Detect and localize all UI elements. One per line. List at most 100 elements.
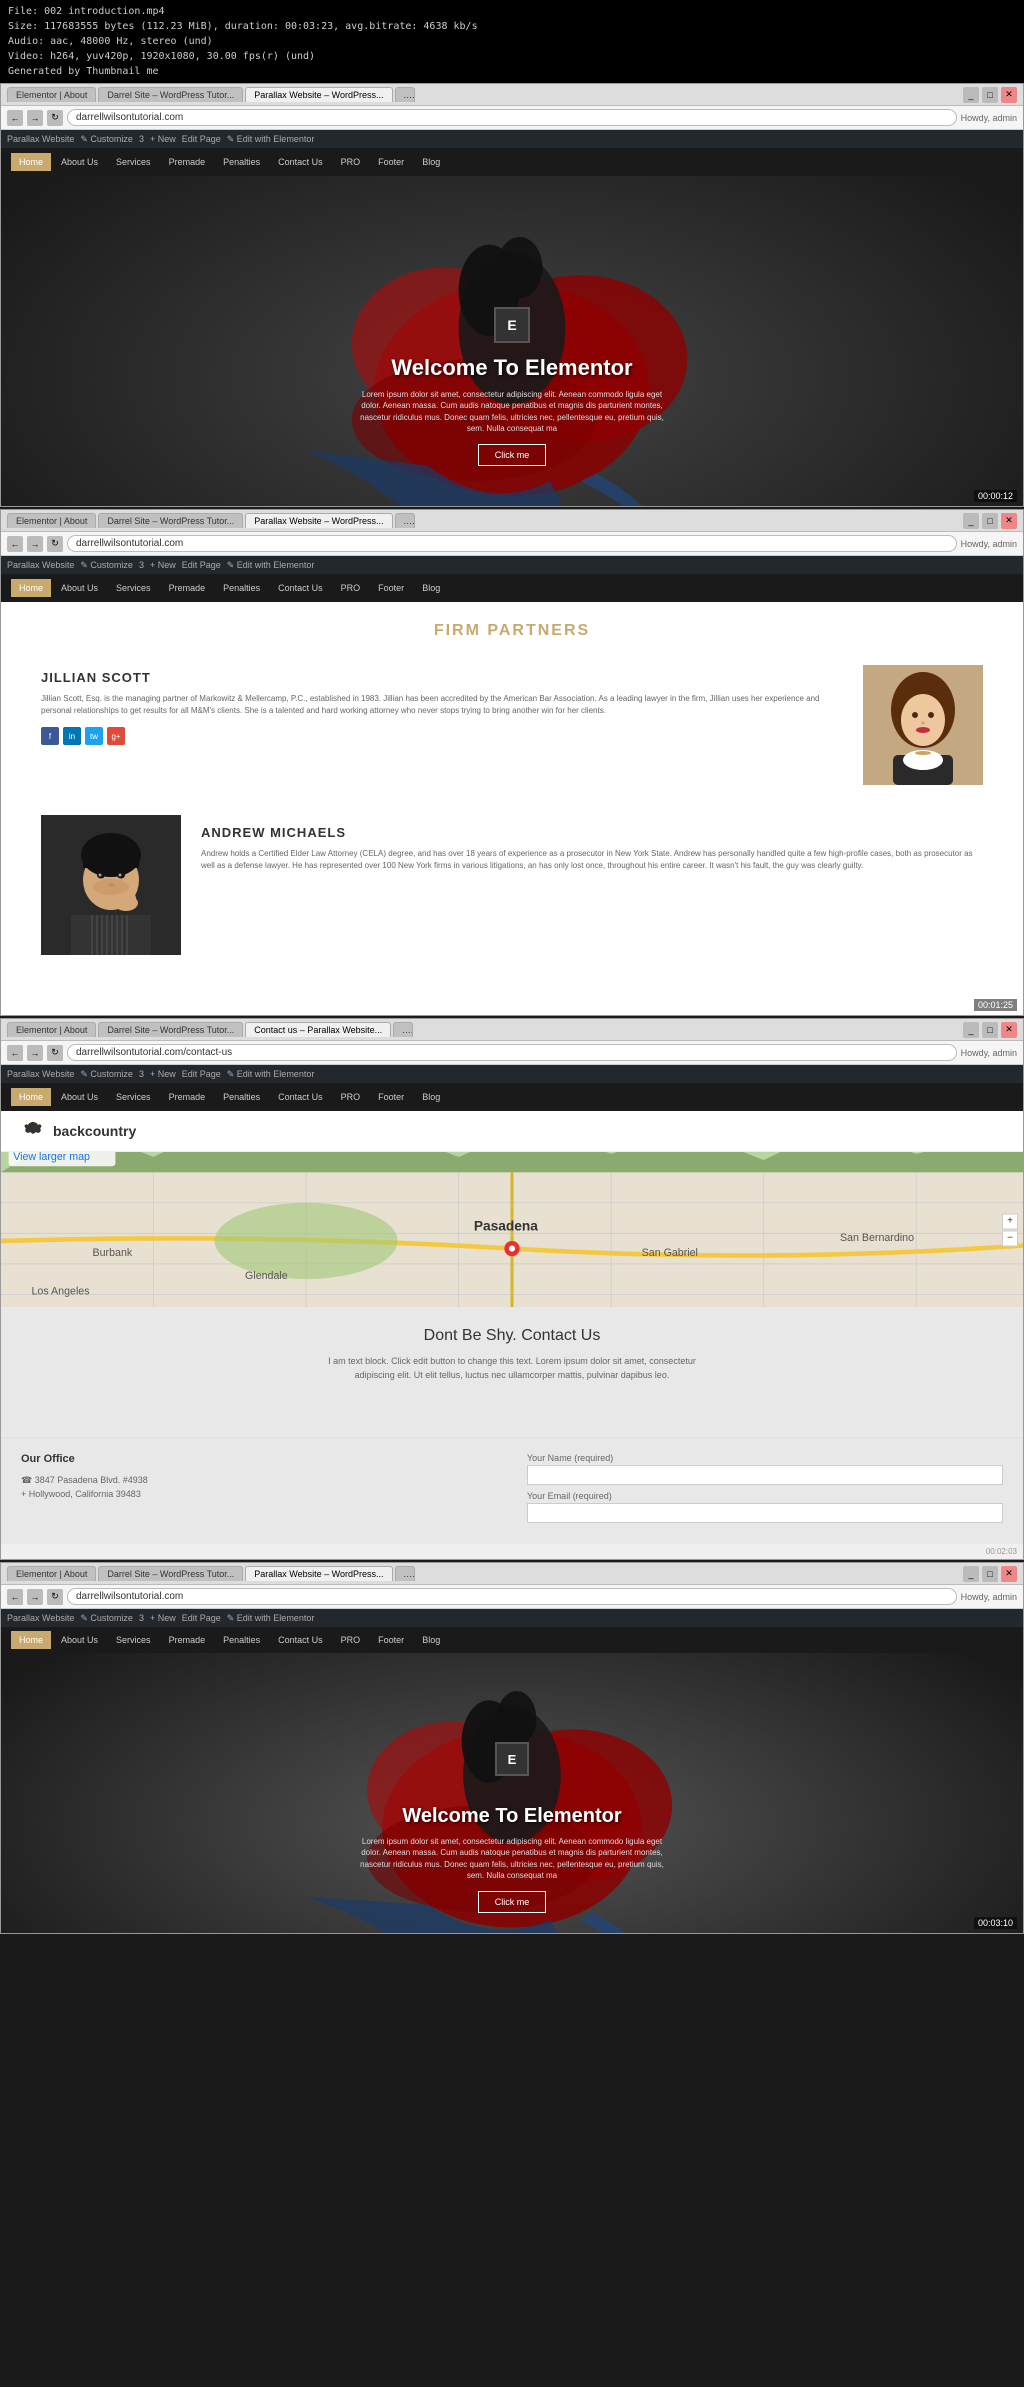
- wp2-new[interactable]: + New: [150, 560, 176, 570]
- nav3-services[interactable]: Services: [108, 1088, 159, 1106]
- nav3-pro[interactable]: PRO: [333, 1088, 369, 1106]
- map-zoom-in-btn[interactable]: +: [1002, 1213, 1018, 1229]
- forward-btn-2[interactable]: →: [27, 536, 43, 552]
- back-btn-2[interactable]: ←: [7, 536, 23, 552]
- wp-item-new[interactable]: + New: [150, 134, 176, 144]
- elementor-icon-box-2[interactable]: E: [495, 1742, 529, 1776]
- nav4-contact[interactable]: Contact Us: [270, 1631, 331, 1649]
- address-input-3[interactable]: darrellwilsontutorial.com/contact-us: [67, 1044, 957, 1061]
- nav4-services[interactable]: Services: [108, 1631, 159, 1649]
- wp-item-edit-page[interactable]: Edit Page: [182, 134, 221, 144]
- max-btn-3[interactable]: □: [982, 1022, 998, 1038]
- close-btn-2[interactable]: ✕: [1001, 513, 1017, 529]
- email-field-input[interactable]: [527, 1503, 1003, 1523]
- tab3-darrel[interactable]: Darrel Site – WordPress Tutor...: [98, 1022, 243, 1037]
- wp4-parallax[interactable]: Parallax Website: [7, 1613, 74, 1623]
- back-btn-4[interactable]: ←: [7, 1589, 23, 1605]
- nav2-penalties[interactable]: Penalties: [215, 579, 268, 597]
- nav3-home[interactable]: Home: [11, 1088, 51, 1106]
- wp2-edit-page[interactable]: Edit Page: [182, 560, 221, 570]
- wp2-3[interactable]: 3: [139, 560, 144, 570]
- nav-penalties[interactable]: Penalties: [215, 153, 268, 171]
- min-btn-3[interactable]: _: [963, 1022, 979, 1038]
- tab2-parallax[interactable]: Parallax Website – WordPress...: [245, 513, 392, 528]
- nav3-premade[interactable]: Premade: [161, 1088, 214, 1106]
- refresh-btn-4[interactable]: ↻: [47, 1589, 63, 1605]
- nav3-footer[interactable]: Footer: [370, 1088, 412, 1106]
- max-btn-4[interactable]: □: [982, 1566, 998, 1582]
- name-field-input[interactable]: [527, 1465, 1003, 1485]
- nav3-contact[interactable]: Contact Us: [270, 1088, 331, 1106]
- wp3-parallax[interactable]: Parallax Website: [7, 1069, 74, 1079]
- nav2-services[interactable]: Services: [108, 579, 159, 597]
- forward-btn-3[interactable]: →: [27, 1045, 43, 1061]
- refresh-btn-2[interactable]: ↻: [47, 536, 63, 552]
- wp4-edit-page[interactable]: Edit Page: [182, 1613, 221, 1623]
- nav4-blog[interactable]: Blog: [414, 1631, 448, 1649]
- tab4-extra[interactable]: ...: [395, 1566, 415, 1581]
- social-btn-facebook[interactable]: f: [41, 727, 59, 745]
- tab2-extra[interactable]: ...: [395, 513, 415, 528]
- wp4-edit-elementor[interactable]: ✎ Edit with Elementor: [227, 1613, 315, 1624]
- nav4-pro[interactable]: PRO: [333, 1631, 369, 1649]
- wp-item-customize[interactable]: ✎ Customize: [80, 134, 133, 145]
- address-input-4[interactable]: darrellwilsontutorial.com: [67, 1588, 957, 1605]
- address-input-2[interactable]: darrellwilsontutorial.com: [67, 535, 957, 552]
- back-btn[interactable]: ←: [7, 110, 23, 126]
- wp4-3[interactable]: 3: [139, 1613, 144, 1623]
- nav4-home[interactable]: Home: [11, 1631, 51, 1649]
- nav4-footer[interactable]: Footer: [370, 1631, 412, 1649]
- nav2-premade[interactable]: Premade: [161, 579, 214, 597]
- refresh-btn[interactable]: ↻: [47, 110, 63, 126]
- wp2-edit-elementor[interactable]: ✎ Edit with Elementor: [227, 560, 315, 571]
- forward-btn-4[interactable]: →: [27, 1589, 43, 1605]
- wp2-parallax[interactable]: Parallax Website: [7, 560, 74, 570]
- close-btn-3[interactable]: ✕: [1001, 1022, 1017, 1038]
- tab3-elementor[interactable]: Elementor | About: [7, 1022, 96, 1037]
- maximize-btn[interactable]: □: [982, 87, 998, 103]
- wp3-edit-elementor[interactable]: ✎ Edit with Elementor: [227, 1069, 315, 1080]
- wp-item-parallax[interactable]: Parallax Website: [7, 134, 74, 144]
- wp-item-3[interactable]: 3: [139, 134, 144, 144]
- hero-click-me-btn[interactable]: Click me: [478, 444, 547, 466]
- nav-services[interactable]: Services: [108, 153, 159, 171]
- tab4-parallax[interactable]: Parallax Website – WordPress...: [245, 1566, 392, 1581]
- tab3-contact[interactable]: Contact us – Parallax Website...: [245, 1022, 391, 1037]
- back-btn-3[interactable]: ←: [7, 1045, 23, 1061]
- nav2-contact[interactable]: Contact Us: [270, 579, 331, 597]
- nav-pro[interactable]: PRO: [333, 153, 369, 171]
- hero-click-me-btn-2[interactable]: Click me: [478, 1891, 547, 1913]
- tab2-elementor[interactable]: Elementor | About: [7, 513, 96, 528]
- tab-parallax-active[interactable]: Parallax Website – WordPress...: [245, 87, 392, 102]
- wp4-customize[interactable]: ✎ Customize: [80, 1613, 133, 1624]
- nav-home[interactable]: Home: [11, 153, 51, 171]
- wp3-customize[interactable]: ✎ Customize: [80, 1069, 133, 1080]
- social-btn-twitter[interactable]: tw: [85, 727, 103, 745]
- map-zoom-out-btn[interactable]: −: [1002, 1230, 1018, 1246]
- minimize-btn[interactable]: _: [963, 87, 979, 103]
- nav-footer[interactable]: Footer: [370, 153, 412, 171]
- max-btn-2[interactable]: □: [982, 513, 998, 529]
- refresh-btn-3[interactable]: ↻: [47, 1045, 63, 1061]
- social-btn-gplus[interactable]: g+: [107, 727, 125, 745]
- tab3-extra[interactable]: ...: [393, 1022, 413, 1037]
- nav2-footer[interactable]: Footer: [370, 579, 412, 597]
- nav-premade[interactable]: Premade: [161, 153, 214, 171]
- close-btn[interactable]: ✕: [1001, 87, 1017, 103]
- address-input-1[interactable]: darrellwilsontutorial.com: [67, 109, 957, 126]
- wp4-new[interactable]: + New: [150, 1613, 176, 1623]
- min-btn-2[interactable]: _: [963, 513, 979, 529]
- nav4-premade[interactable]: Premade: [161, 1631, 214, 1649]
- close-btn-4[interactable]: ✕: [1001, 1566, 1017, 1582]
- wp-item-edit-elementor[interactable]: ✎ Edit with Elementor: [227, 134, 315, 145]
- wp3-new[interactable]: + New: [150, 1069, 176, 1079]
- wp3-edit-page[interactable]: Edit Page: [182, 1069, 221, 1079]
- nav4-penalties[interactable]: Penalties: [215, 1631, 268, 1649]
- forward-btn[interactable]: →: [27, 110, 43, 126]
- nav2-pro[interactable]: PRO: [333, 579, 369, 597]
- tab4-darrel[interactable]: Darrel Site – WordPress Tutor...: [98, 1566, 243, 1581]
- wp3-3[interactable]: 3: [139, 1069, 144, 1079]
- nav4-about[interactable]: About Us: [53, 1631, 106, 1649]
- nav3-about[interactable]: About Us: [53, 1088, 106, 1106]
- nav2-about[interactable]: About Us: [53, 579, 106, 597]
